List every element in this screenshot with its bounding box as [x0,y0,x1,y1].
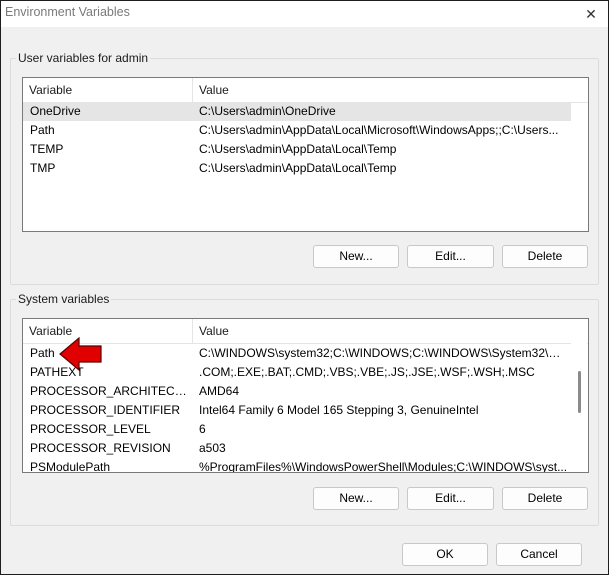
user-new-button[interactable]: New... [313,245,399,268]
user-delete-button[interactable]: Delete [502,245,588,268]
cancel-button[interactable]: Cancel [496,543,582,566]
value-cell: a503 [199,441,226,455]
table-row[interactable]: PSModulePath %ProgramFiles%\WindowsPower… [23,458,571,473]
red-arrow-annotation [59,337,102,371]
ok-button[interactable]: OK [402,543,488,566]
system-list-header: Variable Value [23,319,588,344]
user-variables-label: User variables for admin [16,51,151,65]
value-cell: %ProgramFiles%\WindowsPowerShell\Modules… [199,460,568,473]
system-variables-list[interactable]: Variable Value Path C:\WINDOWS\system32;… [22,318,589,473]
table-row[interactable]: PATHEXT .COM;.EXE;.BAT;.CMD;.VBS;.VBE;.J… [23,363,571,382]
system-variables-label: System variables [16,292,112,306]
value-cell: C:\Users\admin\OneDrive [199,104,336,118]
variable-cell: OneDrive [30,104,81,118]
table-row[interactable]: PROCESSOR_LEVEL 6 [23,420,571,439]
value-cell: C:\Users\admin\AppData\Local\Temp [199,161,397,175]
vertical-scrollbar[interactable] [571,319,587,472]
table-row[interactable]: PROCESSOR_IDENTIFIER Intel64 Family 6 Mo… [23,401,571,420]
column-header-value[interactable]: Value [193,78,588,102]
variable-cell: PATHEXT [30,365,84,379]
variable-cell: Path [30,346,55,360]
window-title: Environment Variables [5,5,130,19]
table-row[interactable]: PROCESSOR_REVISION a503 [23,439,571,458]
system-edit-button[interactable]: Edit... [407,487,494,510]
user-edit-button[interactable]: Edit... [407,245,494,268]
variable-cell: PSModulePath [30,460,111,473]
variable-cell: PROCESSOR_LEVEL [30,422,151,436]
value-cell: C:\Users\admin\AppData\Local\Temp [199,142,397,156]
user-list-header: Variable Value [23,78,588,103]
column-header-value[interactable]: Value [193,319,571,343]
variable-cell: TEMP [30,142,64,156]
title-bar[interactable]: Environment Variables ✕ [1,1,608,27]
system-new-button[interactable]: New... [313,487,399,510]
value-cell: Intel64 Family 6 Model 165 Stepping 3, G… [199,403,479,417]
scrollbar-thumb[interactable] [578,371,581,413]
table-row[interactable]: PROCESSOR_ARCHITECTURE AMD64 [23,382,571,401]
value-cell: C:\WINDOWS\system32;C:\WINDOWS;C:\WINDOW… [199,346,571,360]
variable-cell: PROCESSOR_ARCHITECTURE [30,384,192,398]
value-cell: 6 [199,422,206,436]
table-row[interactable]: TEMP C:\Users\admin\AppData\Local\Temp [23,140,571,159]
variable-cell: PROCESSOR_IDENTIFIER [30,403,181,417]
arrow-icon [59,337,102,371]
table-row[interactable]: TMP C:\Users\admin\AppData\Local\Temp [23,159,571,178]
environment-variables-dialog: Environment Variables ✕ User variables f… [0,0,609,575]
table-row[interactable]: Path C:\Users\admin\AppData\Local\Micros… [23,121,571,140]
value-cell: AMD64 [199,384,240,398]
column-header-variable[interactable]: Variable [23,319,193,343]
system-delete-button[interactable]: Delete [502,487,588,510]
variable-cell: Path [30,123,55,137]
close-icon[interactable]: ✕ [580,3,602,25]
variable-cell: PROCESSOR_REVISION [30,441,171,455]
user-variables-list[interactable]: Variable Value OneDrive C:\Users\admin\O… [22,77,589,232]
column-header-variable[interactable]: Variable [23,78,193,102]
value-cell: C:\Users\admin\AppData\Local\Microsoft\W… [199,123,559,137]
table-row[interactable]: Path C:\WINDOWS\system32;C:\WINDOWS;C:\W… [23,344,571,363]
table-row[interactable]: OneDrive C:\Users\admin\OneDrive [23,102,571,121]
variable-cell: TMP [30,161,56,175]
value-cell: .COM;.EXE;.BAT;.CMD;.VBS;.VBE;.JS;.JSE;.… [199,365,535,379]
